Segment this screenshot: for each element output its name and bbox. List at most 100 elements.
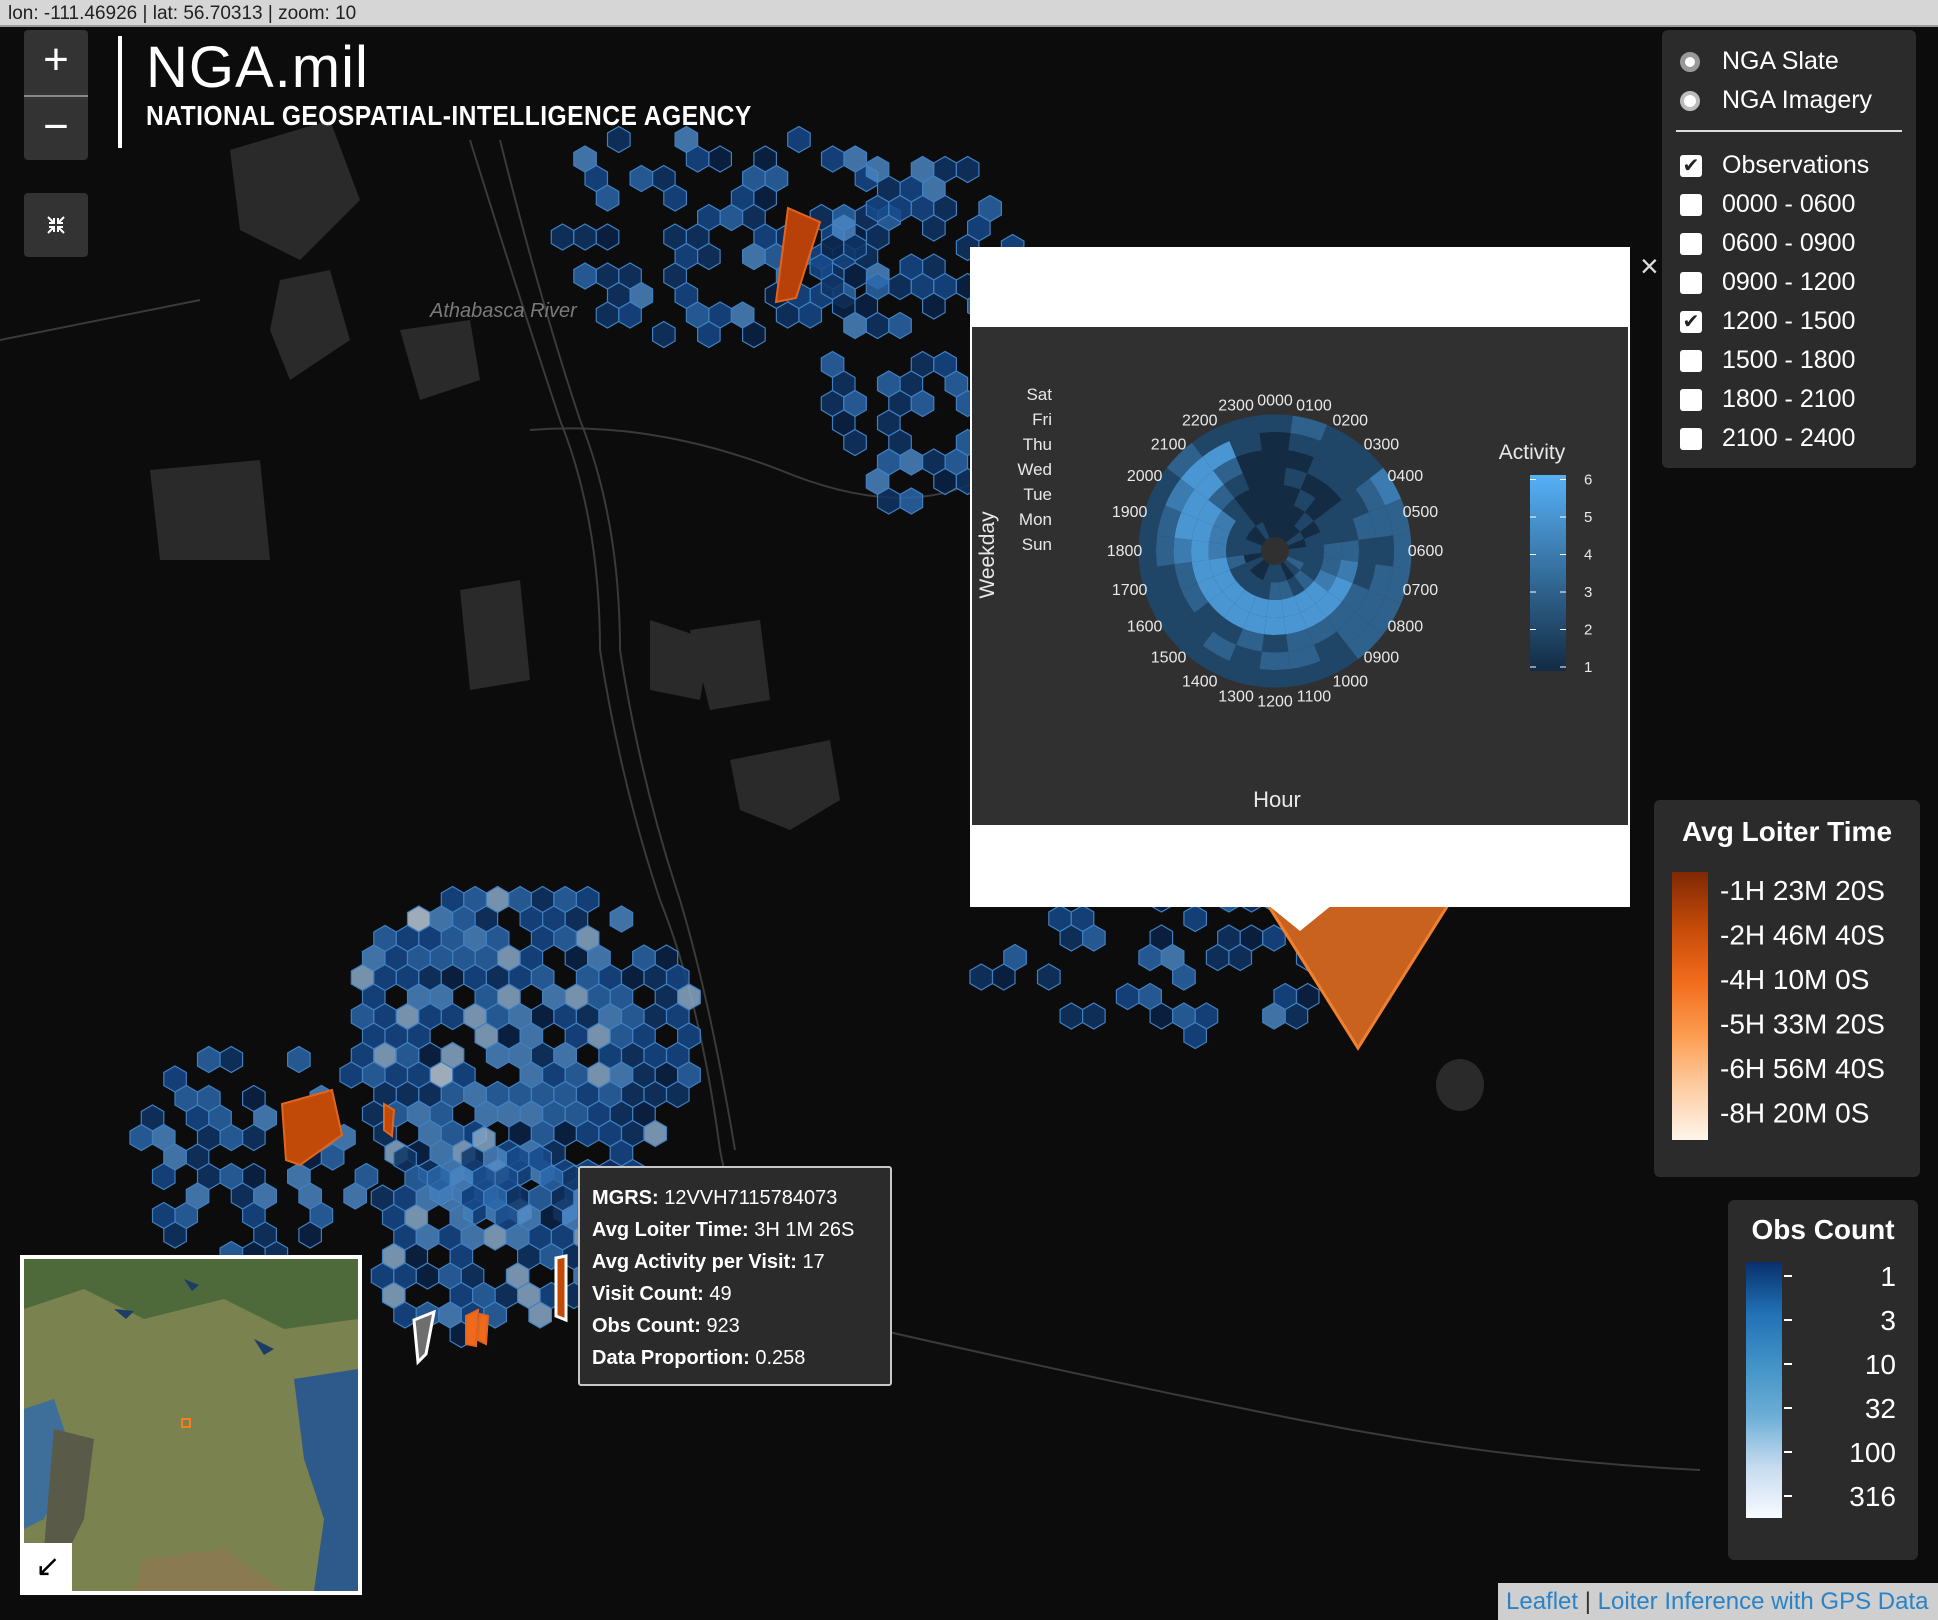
hexbin[interactable] bbox=[1059, 1002, 1084, 1030]
base-layer-imagery[interactable]: NGA Imagery bbox=[1662, 81, 1916, 120]
hexbin[interactable] bbox=[242, 1123, 266, 1152]
base-layer-slate[interactable]: NGA Slate bbox=[1662, 42, 1916, 81]
hexbin[interactable] bbox=[651, 320, 676, 349]
hexbin[interactable] bbox=[129, 1123, 154, 1152]
hexbin[interactable] bbox=[550, 223, 575, 251]
hexbin[interactable] bbox=[899, 448, 924, 476]
hexbin[interactable] bbox=[287, 1045, 311, 1074]
checkbox[interactable] bbox=[1680, 271, 1702, 294]
hexbin[interactable] bbox=[696, 242, 721, 271]
hexbin[interactable] bbox=[575, 1119, 600, 1148]
hexbin[interactable] bbox=[1081, 924, 1106, 952]
hexbin[interactable] bbox=[339, 1061, 364, 1089]
hexbin[interactable] bbox=[1081, 1002, 1106, 1030]
hexbin[interactable] bbox=[843, 233, 867, 262]
hexbin[interactable] bbox=[219, 1045, 244, 1074]
checkbox[interactable]: ✔ bbox=[1680, 154, 1702, 177]
hexbin[interactable] bbox=[888, 311, 912, 340]
hexbin[interactable] bbox=[696, 320, 721, 349]
radio-unselected-icon[interactable] bbox=[1680, 90, 1700, 111]
hexbin[interactable] bbox=[440, 1002, 465, 1031]
overlay-0000-0600[interactable]: 0000 - 0600 bbox=[1662, 185, 1916, 224]
hexbin[interactable] bbox=[298, 1221, 322, 1249]
hexbin[interactable] bbox=[921, 214, 946, 242]
hexbin[interactable] bbox=[151, 1162, 176, 1191]
minimap[interactable]: ↙ bbox=[20, 1255, 362, 1595]
overlay-1800-2100[interactable]: 1800 - 2100 bbox=[1662, 380, 1916, 419]
overlay-2100-2400[interactable]: 2100 - 2400 bbox=[1662, 419, 1916, 458]
overlay-0600-0900[interactable]: 0600 - 0900 bbox=[1662, 224, 1916, 263]
hexbin[interactable] bbox=[865, 311, 890, 340]
hexbin[interactable] bbox=[485, 1041, 510, 1070]
hexbin[interactable] bbox=[1183, 1021, 1208, 1050]
hexbin[interactable] bbox=[708, 145, 733, 173]
hexbin[interactable] bbox=[665, 1080, 690, 1109]
hexbin[interactable] bbox=[798, 301, 823, 329]
overlay-0900-1200[interactable]: 0900 - 1200 bbox=[1662, 263, 1916, 302]
hexbin[interactable] bbox=[719, 203, 744, 232]
leaflet-link[interactable]: Leaflet bbox=[1506, 1588, 1578, 1615]
hexbin[interactable] bbox=[843, 311, 867, 340]
hexbin[interactable] bbox=[1115, 982, 1140, 1011]
hexbin[interactable] bbox=[1138, 943, 1163, 972]
hexbin[interactable] bbox=[528, 1301, 553, 1329]
fullscreen-toggle-button[interactable] bbox=[24, 193, 88, 257]
hexbin[interactable] bbox=[196, 1045, 221, 1074]
zoom-out-button[interactable]: − bbox=[24, 97, 88, 162]
hexbin[interactable] bbox=[969, 963, 994, 991]
zoom-in-button[interactable]: + bbox=[24, 30, 88, 97]
hexbin[interactable] bbox=[820, 145, 845, 173]
overlay-observations[interactable]: ✔ Observations bbox=[1662, 146, 1916, 185]
checkbox[interactable]: ✔ bbox=[1680, 310, 1702, 333]
hexbin[interactable] bbox=[1262, 1002, 1286, 1030]
hexbin[interactable] bbox=[921, 292, 946, 320]
hexbin[interactable] bbox=[775, 301, 800, 329]
hexbin[interactable] bbox=[1171, 963, 1196, 991]
hexbin[interactable] bbox=[219, 1123, 244, 1152]
hexbin[interactable] bbox=[876, 487, 901, 515]
hexbin[interactable] bbox=[595, 223, 620, 251]
hexbin[interactable] bbox=[595, 301, 620, 329]
hexbin[interactable] bbox=[618, 301, 642, 329]
hexbin[interactable] bbox=[1149, 1002, 1174, 1030]
hexbin[interactable] bbox=[685, 145, 710, 173]
hexbin[interactable] bbox=[595, 184, 620, 212]
hexbin[interactable] bbox=[1183, 904, 1208, 933]
overlay-1200-1500[interactable]: ✔ 1200 - 1500 bbox=[1662, 302, 1916, 341]
source-link[interactable]: Loiter Inference with GPS Data bbox=[1598, 1588, 1929, 1615]
checkbox[interactable] bbox=[1680, 427, 1702, 450]
hexbin[interactable] bbox=[629, 164, 654, 193]
hexbin[interactable] bbox=[1059, 924, 1084, 952]
checkbox[interactable] bbox=[1680, 349, 1702, 372]
hexbin[interactable] bbox=[163, 1221, 187, 1249]
hexbin[interactable] bbox=[955, 155, 980, 184]
radio-selected-icon[interactable] bbox=[1680, 51, 1700, 72]
hexbin[interactable] bbox=[1036, 963, 1061, 991]
hexbin[interactable] bbox=[888, 272, 912, 301]
hexbin[interactable] bbox=[663, 184, 688, 212]
checkbox[interactable] bbox=[1680, 388, 1702, 411]
hexbin[interactable] bbox=[865, 194, 890, 223]
popup-close-button[interactable]: × bbox=[1640, 248, 1659, 285]
checkbox[interactable] bbox=[1680, 232, 1702, 255]
hexbin[interactable] bbox=[573, 223, 597, 251]
hexbin[interactable] bbox=[899, 487, 924, 515]
hexbin[interactable] bbox=[573, 262, 597, 290]
hexbin[interactable] bbox=[991, 963, 1016, 991]
hexbin[interactable] bbox=[343, 1182, 367, 1210]
hexbin[interactable] bbox=[1205, 943, 1230, 972]
hexbin[interactable] bbox=[933, 467, 958, 496]
hexbin[interactable] bbox=[643, 1119, 668, 1148]
hexbin[interactable] bbox=[843, 428, 867, 457]
hexbin[interactable] bbox=[888, 194, 912, 223]
hexbin[interactable] bbox=[1228, 943, 1253, 972]
hexbin[interactable] bbox=[1284, 1002, 1309, 1030]
minimap-toggle-button[interactable]: ↙ bbox=[24, 1543, 72, 1591]
hexbin[interactable] bbox=[910, 389, 935, 418]
hexbin[interactable] bbox=[483, 1223, 507, 1251]
hexbin[interactable] bbox=[741, 320, 766, 349]
hexbin[interactable] bbox=[741, 242, 766, 271]
checkbox[interactable] bbox=[1680, 193, 1702, 216]
overlay-1500-1800[interactable]: 1500 - 1800 bbox=[1662, 341, 1916, 380]
hexbin[interactable] bbox=[609, 905, 634, 933]
